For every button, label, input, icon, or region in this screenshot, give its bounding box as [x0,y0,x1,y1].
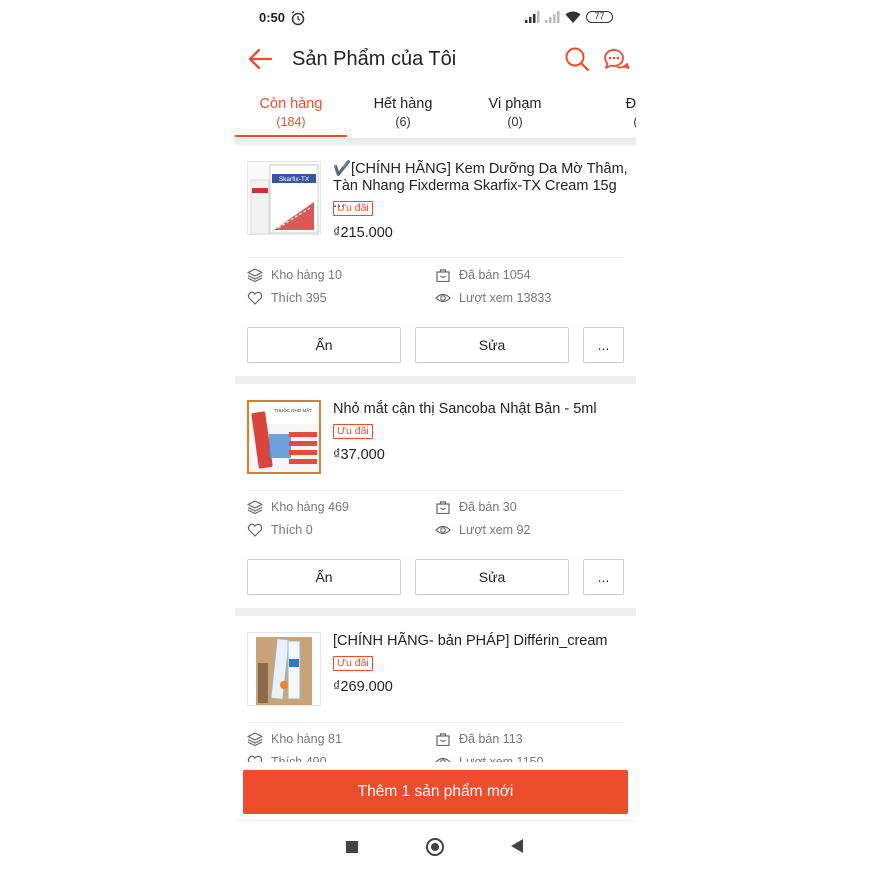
eye-icon [435,757,451,762]
product-price: ₫37.000 [333,447,385,463]
bag-icon [436,269,450,282]
views-label: Lượt xem 92 [459,523,531,537]
sold-stat: Đã bán 113 [435,731,625,747]
search-icon[interactable] [564,46,590,72]
heart-icon [247,291,263,305]
product-name[interactable]: [CHÍNH HÃNG- bản PHÁP] Différin_cream [333,633,628,650]
layers-icon [247,732,263,746]
stock-stat: Kho hàng 469 [247,499,427,515]
tab-label: Hết hàng [373,96,433,112]
tab-out-of-stock[interactable]: Hết hàng (6) [347,96,459,129]
sold-label: Đã bán 113 [459,732,523,746]
product-card: Skarfix-TX ✔️[CHÍNH HÃNG] Kem Dưỡng Da M… [235,146,636,376]
tab-count: (0) [507,115,523,129]
tab-label: Vi phạm [488,96,542,112]
stock-stat: Kho hàng 81 [247,731,427,747]
product-thumbnail[interactable] [247,632,321,706]
likes-label: Thích 490 [271,755,327,762]
eye-icon [435,525,451,535]
more-button[interactable]: ... [583,327,624,363]
tab-bar: Còn hàng (184) Hết hàng (6) Vi phạm (0) … [235,88,636,138]
divider [247,722,624,723]
tab-label: Còn hàng [259,96,323,112]
likes-stat: Thích 490 [247,754,427,762]
likes-label: Thích 0 [271,523,313,537]
back-arrow-icon[interactable] [247,46,273,72]
tab-count: (6) [395,115,411,129]
tab-in-stock[interactable]: Còn hàng (184) [235,96,347,129]
add-new-product-button[interactable]: Thêm 1 sản phẩm mới [243,770,628,814]
bag-icon [436,501,450,514]
views-stat: Lượt xem 92 [435,522,625,538]
wifi-icon [565,11,581,23]
stock-label: Kho hàng 81 [271,732,342,746]
stock-label: Kho hàng 469 [271,500,349,514]
signal-icon [545,11,560,23]
home-icon[interactable] [426,838,444,856]
tab-label: Đã ẩ [625,96,636,112]
likes-stat: Thích 0 [247,522,427,538]
hide-button[interactable]: Ẩn [247,327,401,363]
sold-label: Đã bán 30 [459,500,517,514]
promo-badge: Ưu đãi [333,424,373,439]
heart-icon [247,523,263,537]
thumb-brand-text: Skarfix-TX [279,176,310,183]
tab-active-indicator [235,135,347,137]
product-thumbnail[interactable]: Skarfix-TX [247,161,321,235]
sold-stat: Đã bán 1054 [435,267,625,283]
divider [247,490,624,491]
page-title: Sản Phẩm của Tôi [292,48,457,70]
layers-icon [247,268,263,282]
card-separator [235,376,636,384]
product-card: THUỐC NHỎ MẮT Nhỏ mắt cận thị Sancoba Nh… [235,384,636,608]
bag-icon [436,733,450,746]
layers-icon [247,500,263,514]
divider [247,257,624,258]
tab-violations[interactable]: Vi phạm (0) [459,96,571,129]
back-icon[interactable] [511,839,523,853]
more-button[interactable]: ... [583,559,624,595]
promo-badge: Ưu đãi [333,656,373,671]
phone-screen: 0:50 77 Sản Phẩm của Tôi Còn hàng (184) … [235,0,636,870]
app-bar: Sản Phẩm của Tôi [235,36,636,86]
views-stat: Lượt xem 13833 [435,290,625,306]
views-stat: Lượt xem 1150 [435,754,625,762]
divider [235,138,636,146]
product-price: ₫269.000 [333,679,393,695]
product-card: [CHÍNH HÃNG- bản PHÁP] Différin_cream Ưu… [235,616,636,762]
sold-label: Đã bán 1054 [459,268,531,282]
stock-label: Kho hàng 10 [271,268,342,282]
card-separator [235,608,636,616]
eye-icon [435,293,451,303]
tab-hidden[interactable]: Đã ẩ (0) [585,96,636,129]
heart-icon [247,755,263,762]
status-bar: 0:50 77 [235,0,636,36]
product-name[interactable]: Nhỏ mắt cận thị Sancoba Nhật Bản - 5ml [333,401,628,418]
tab-count: (0) [585,115,636,129]
product-price: ₫215.000 [333,225,393,241]
tab-count: (184) [276,115,306,129]
thumb-brand-text: THUỐC NHỎ MẮT [274,406,312,413]
views-label: Lượt xem 1150 [459,755,544,762]
views-label: Lượt xem 13833 [459,291,552,305]
stock-stat: Kho hàng 10 [247,267,427,283]
system-nav-bar [235,820,636,870]
sold-stat: Đã bán 30 [435,499,625,515]
product-thumbnail[interactable]: THUỐC NHỎ MẮT [247,400,321,474]
edit-button[interactable]: Sửa [415,327,569,363]
alarm-icon [291,10,305,26]
battery-indicator: 77 [586,11,613,23]
hide-button[interactable]: Ẩn [247,559,401,595]
recents-icon[interactable] [346,841,358,853]
edit-button[interactable]: Sửa [415,559,569,595]
status-time: 0:50 [259,10,286,25]
likes-label: Thích 395 [271,291,327,305]
promo-badge: Ưu đãi [333,201,373,216]
likes-stat: Thích 395 [247,290,427,306]
product-name[interactable]: ✔️[CHÍNH HÃNG] Kem Dưỡng Da Mờ Thâm, Tàn… [333,161,628,212]
signal-icon [525,11,540,23]
chat-icon[interactable] [602,47,630,73]
